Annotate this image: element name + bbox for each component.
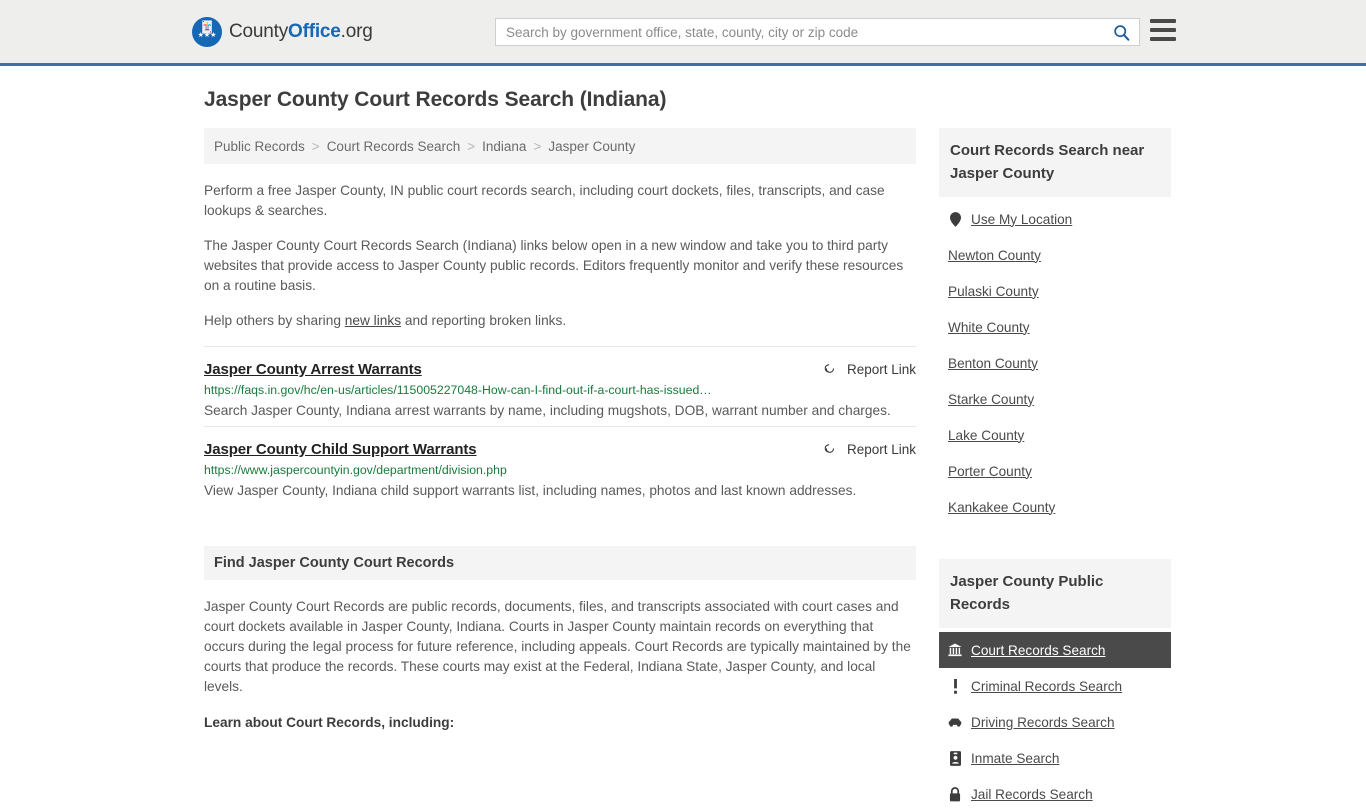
sidebar-item-driving-records-search[interactable]: Driving Records Search	[939, 704, 1171, 740]
report-link-label: Report Link	[846, 442, 916, 457]
intro-paragraph-2: The Jasper County Court Records Search (…	[204, 238, 904, 293]
result-header: Jasper County Arrest Warrants Report Lin…	[204, 361, 916, 378]
hamburger-menu-icon	[1150, 37, 1176, 41]
breadcrumb: Public Records > Court Records Search > …	[204, 128, 916, 164]
report-link-label: Report Link	[846, 362, 916, 377]
sidebar-item-county[interactable]: Kankakee County	[939, 489, 1171, 525]
section-paragraph: Jasper County Court Records are public r…	[204, 599, 911, 694]
hamburger-menu-icon	[1150, 19, 1176, 23]
main-content: Jasper County Court Records Search (Indi…	[204, 88, 916, 733]
county-link[interactable]: Pulaski County	[948, 284, 1039, 299]
public-record-link[interactable]: Driving Records Search	[971, 715, 1115, 730]
sidebar-item-county[interactable]: Benton County	[939, 345, 1171, 381]
county-link[interactable]: Lake County	[948, 428, 1024, 443]
sidebar-nearby-list: Use My Location Newton County Pulaski Co…	[939, 197, 1171, 525]
breadcrumb-item-indiana[interactable]: Indiana	[482, 139, 526, 154]
site-header: 🃏 ★★★ CountyOffice.org	[0, 0, 1366, 66]
map-pin-icon	[948, 211, 962, 227]
courthouse-icon	[948, 643, 962, 657]
breadcrumb-item-jasper-county[interactable]: Jasper County	[548, 139, 635, 154]
public-record-link[interactable]: Inmate Search	[971, 751, 1059, 766]
intro-paragraph-1: Perform a free Jasper County, IN public …	[204, 183, 885, 218]
result-url: https://www.jaspercountyin.gov/departmen…	[204, 463, 507, 477]
sidebar-item-county[interactable]: White County	[939, 309, 1171, 345]
hamburger-menu-button[interactable]	[1150, 19, 1176, 41]
logo-text-office: Office	[288, 20, 341, 42]
breadcrumb-separator-icon: >	[533, 138, 542, 154]
result-url: https://faqs.in.gov/hc/en-us/articles/11…	[204, 383, 712, 397]
search-input[interactable]	[496, 19, 1103, 45]
logo-text: CountyOffice.org	[229, 21, 373, 43]
sidebar-public-records-heading: Jasper County Public Records	[939, 559, 1171, 628]
sidebar-item-county[interactable]: Lake County	[939, 417, 1171, 453]
sidebar-item-use-my-location[interactable]: Use My Location	[939, 201, 1171, 237]
breadcrumb-separator-icon: >	[467, 138, 476, 154]
section-heading: Find Jasper County Court Records	[204, 546, 916, 580]
find-records-section: Find Jasper County Court Records Jasper …	[204, 546, 916, 733]
public-record-link[interactable]: Jail Records Search	[971, 787, 1093, 802]
result-header: Jasper County Child Support Warrants Rep…	[204, 441, 916, 458]
result-title-link[interactable]: Jasper County Child Support Warrants	[204, 441, 477, 458]
result-description: Search Jasper County, Indiana arrest war…	[204, 403, 891, 418]
county-link[interactable]: White County	[948, 320, 1030, 335]
id-badge-icon	[948, 750, 962, 766]
logo-text-org: .org	[340, 20, 373, 42]
broken-link-icon	[824, 364, 834, 373]
search-icon	[1113, 24, 1129, 41]
intro-text: Perform a free Jasper County, IN public …	[204, 181, 916, 331]
intro-p3-after: and reporting broken links.	[401, 313, 567, 328]
sidebar: Court Records Search near Jasper County …	[939, 128, 1171, 812]
new-links-link[interactable]: new links	[345, 313, 401, 328]
logo-text-county: County	[229, 20, 289, 42]
use-my-location-link[interactable]: Use My Location	[971, 212, 1072, 227]
sidebar-item-inmate-search[interactable]: Inmate Search	[939, 740, 1171, 776]
sidebar-public-records-list: Court Records Search Criminal Records Se…	[939, 628, 1171, 812]
sidebar-item-county[interactable]: Porter County	[939, 453, 1171, 489]
public-record-link[interactable]: Criminal Records Search	[971, 679, 1122, 694]
sidebar-item-county[interactable]: Newton County	[939, 237, 1171, 273]
public-record-link[interactable]: Court Records Search	[971, 643, 1105, 658]
county-link[interactable]: Kankakee County	[948, 500, 1055, 515]
section-body: Jasper County Court Records are public r…	[204, 597, 916, 733]
sidebar-public-records-block: Jasper County Public Records Court Recor…	[939, 559, 1171, 812]
sidebar-nearby-heading: Court Records Search near Jasper County	[939, 128, 1171, 197]
sidebar-item-criminal-records-search[interactable]: Criminal Records Search	[939, 668, 1171, 704]
search-bar	[495, 18, 1140, 46]
report-link-button[interactable]: Report Link	[822, 441, 916, 457]
section-subheading: Learn about Court Records, including:	[204, 715, 455, 730]
sidebar-item-jail-records-search[interactable]: Jail Records Search	[939, 776, 1171, 812]
breadcrumb-item-court-records-search[interactable]: Court Records Search	[327, 139, 461, 154]
sidebar-item-county[interactable]: Pulaski County	[939, 273, 1171, 309]
search-button[interactable]	[1103, 19, 1139, 45]
county-link[interactable]: Porter County	[948, 464, 1032, 479]
sidebar-item-county[interactable]: Starke County	[939, 381, 1171, 417]
result-description: View Jasper County, Indiana child suppor…	[204, 483, 857, 498]
county-link[interactable]: Starke County	[948, 392, 1034, 407]
report-link-button[interactable]: Report Link	[822, 361, 916, 377]
sidebar-item-court-records-search[interactable]: Court Records Search	[939, 632, 1171, 668]
broken-link-icon	[824, 444, 834, 453]
car-icon	[948, 717, 962, 728]
breadcrumb-separator-icon: >	[311, 138, 320, 154]
page-title: Jasper County Court Records Search (Indi…	[204, 88, 667, 111]
eagle-logo-icon: 🃏 ★★★	[192, 16, 222, 47]
lock-icon	[948, 786, 962, 802]
result-item: Jasper County Child Support Warrants Rep…	[204, 426, 916, 502]
site-logo[interactable]: 🃏 ★★★ CountyOffice.org	[192, 16, 373, 47]
result-item: Jasper County Arrest Warrants Report Lin…	[204, 346, 916, 422]
intro-paragraph-3: Help others by sharing new links and rep…	[204, 311, 916, 331]
exclamation-icon	[948, 678, 962, 694]
county-link[interactable]: Benton County	[948, 356, 1038, 371]
result-title-link[interactable]: Jasper County Arrest Warrants	[204, 361, 422, 378]
hamburger-menu-icon	[1150, 28, 1176, 32]
intro-p3-before: Help others by sharing	[204, 313, 345, 328]
county-link[interactable]: Newton County	[948, 248, 1041, 263]
breadcrumb-item-public-records[interactable]: Public Records	[214, 139, 305, 154]
